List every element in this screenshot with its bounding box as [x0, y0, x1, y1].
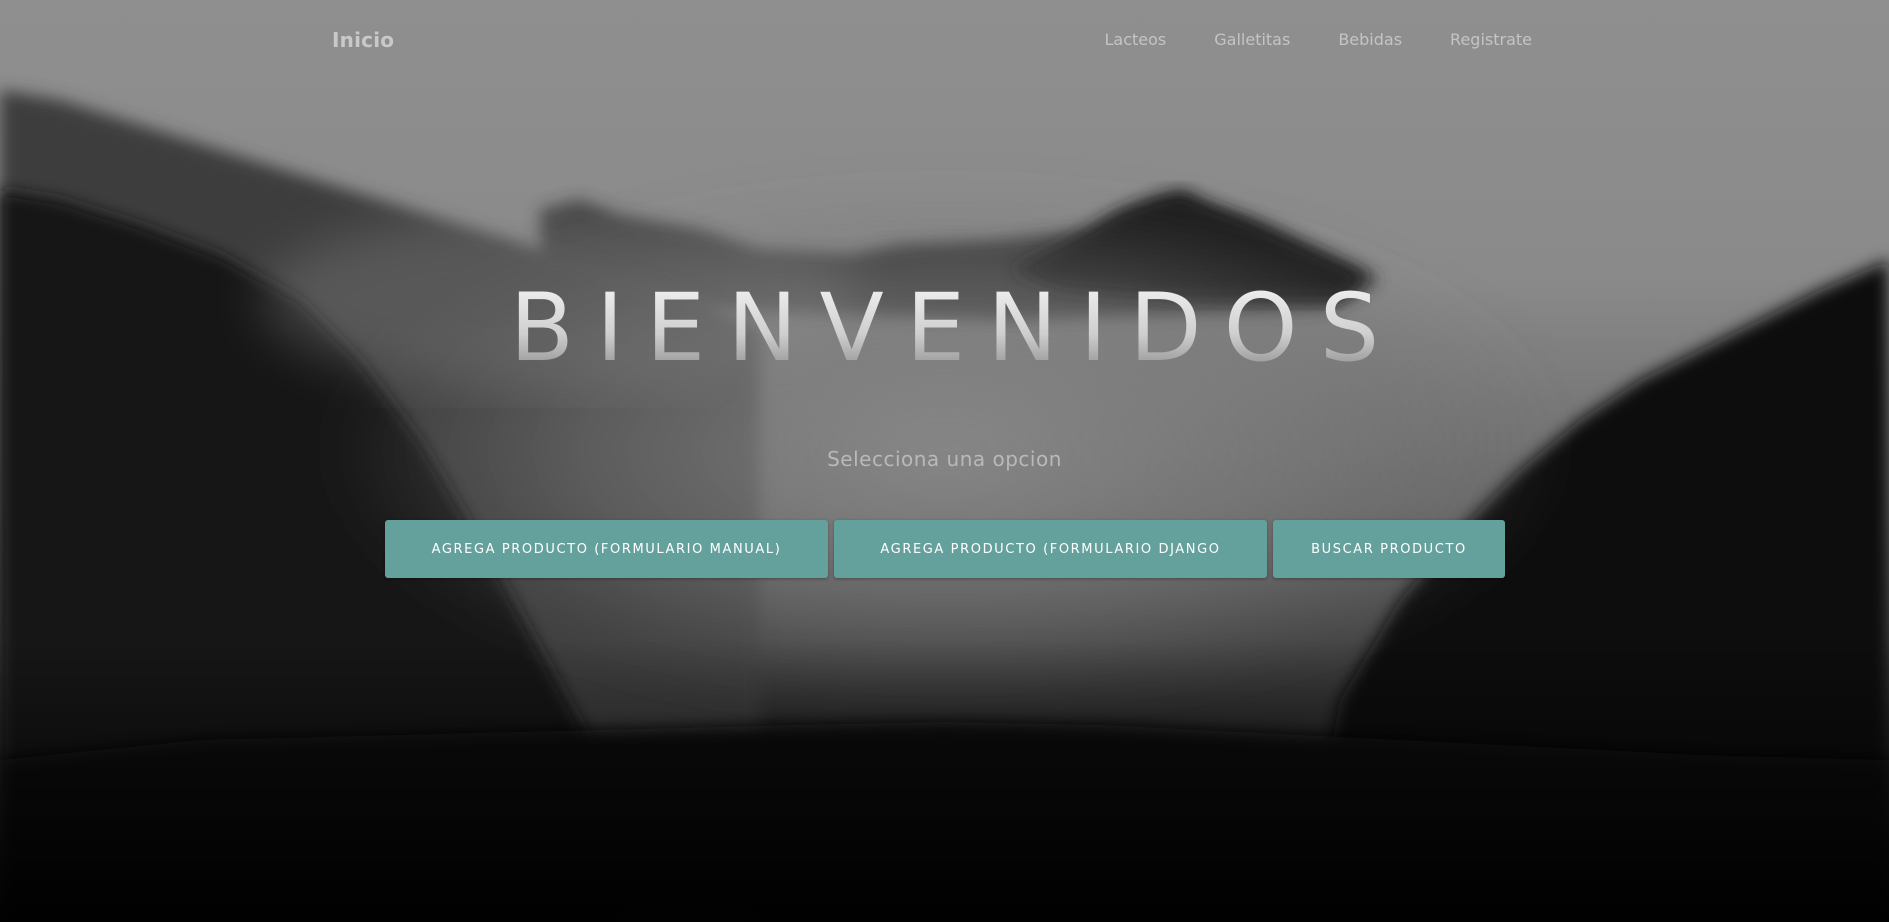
brand-link-inicio[interactable]: Inicio — [332, 28, 394, 52]
search-product-button[interactable]: Buscar producto — [1273, 520, 1505, 578]
navbar: Inicio Lacteos Galletitas Bebidas Regist… — [0, 0, 1889, 80]
nav-link-galletitas[interactable]: Galletitas — [1214, 30, 1290, 49]
nav-link-bebidas[interactable]: Bebidas — [1338, 30, 1402, 49]
nav-links: Lacteos Galletitas Bebidas Registrate — [1104, 30, 1532, 49]
welcome-heading: BIENVENIDOS — [0, 282, 1889, 376]
select-option-subtitle: Selecciona una opcion — [827, 447, 1062, 471]
nav-link-lacteos[interactable]: Lacteos — [1104, 30, 1166, 49]
add-product-django-form-button[interactable]: Agrega producto (formulario Django — [834, 520, 1267, 578]
nav-link-registrate[interactable]: Registrate — [1450, 30, 1532, 49]
add-product-manual-form-button[interactable]: Agrega producto (formulario manual) — [385, 520, 828, 578]
action-buttons: Agrega producto (formulario manual) Agre… — [385, 520, 1505, 578]
